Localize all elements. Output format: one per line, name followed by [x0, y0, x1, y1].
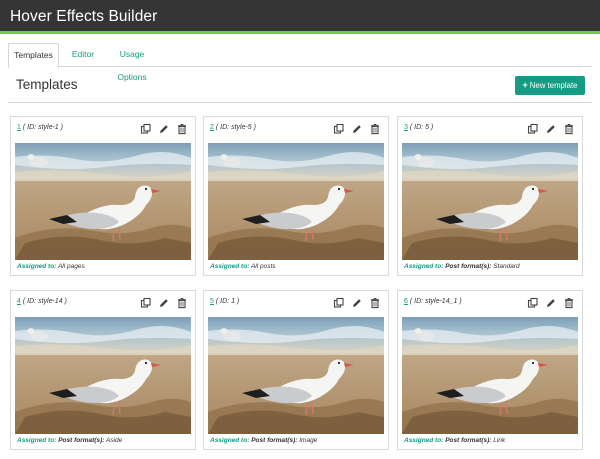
template-id: ( ID: style-14_1 ) — [409, 298, 462, 305]
pencil-icon[interactable] — [158, 297, 170, 309]
pencil-icon[interactable] — [158, 123, 170, 135]
template-number-link[interactable]: 6 — [404, 298, 408, 305]
assigned-to: Assigned to: Post format(s): Link — [404, 437, 506, 444]
new-template-button[interactable]: + New template — [515, 76, 585, 95]
assigned-to: Assigned to: All posts — [210, 263, 276, 270]
template-number-link[interactable]: 1 — [17, 124, 21, 131]
template-preview-image[interactable] — [15, 317, 191, 434]
template-preview-image[interactable] — [208, 317, 384, 434]
top-bar: Hover Effects Builder — [0, 0, 600, 34]
trash-icon[interactable] — [563, 297, 575, 309]
card-header: 2( ID: style-5 ) — [210, 124, 256, 131]
template-card: 2( ID: style-5 ) Assigned to: All posts — [203, 116, 389, 276]
divider — [8, 102, 592, 103]
template-id: ( ID: 1 ) — [215, 298, 240, 305]
template-card: 1( ID: style-1 ) Assigned to: All pages — [10, 116, 196, 276]
assigned-to: Assigned to: Post format(s): Standard — [404, 263, 520, 270]
copy-icon[interactable] — [333, 297, 345, 309]
pencil-icon[interactable] — [545, 297, 557, 309]
template-id: ( ID: 5 ) — [409, 124, 434, 131]
copy-icon[interactable] — [140, 123, 152, 135]
trash-icon[interactable] — [563, 123, 575, 135]
template-card: 5( ID: 1 ) Assigned to: Post format(s): … — [203, 290, 389, 450]
tab-usage-options[interactable]: Usage Options — [104, 43, 160, 82]
template-preview-image[interactable] — [402, 143, 578, 260]
page-title: Templates — [16, 77, 78, 92]
card-header: 1( ID: style-1 ) — [17, 124, 63, 131]
template-preview-image[interactable] — [208, 143, 384, 260]
template-preview-image[interactable] — [402, 317, 578, 434]
card-header: 3( ID: 5 ) — [404, 124, 433, 131]
trash-icon[interactable] — [176, 297, 188, 309]
plus-icon: + — [522, 80, 528, 90]
card-header: 4( ID: style-14 ) — [17, 298, 67, 305]
trash-icon[interactable] — [176, 123, 188, 135]
card-header: 5( ID: 1 ) — [210, 298, 239, 305]
app-title: Hover Effects Builder — [10, 8, 158, 25]
tab-templates[interactable]: Templates — [8, 43, 59, 68]
template-id: ( ID: style-1 ) — [22, 124, 63, 131]
template-id: ( ID: style-5 ) — [215, 124, 256, 131]
trash-icon[interactable] — [369, 297, 381, 309]
template-number-link[interactable]: 5 — [210, 298, 214, 305]
assigned-to: Assigned to: Post format(s): Aside — [17, 437, 123, 444]
trash-icon[interactable] — [369, 123, 381, 135]
assigned-to: Assigned to: All pages — [17, 263, 85, 270]
template-preview-image[interactable] — [15, 143, 191, 260]
copy-icon[interactable] — [140, 297, 152, 309]
tab-editor[interactable]: Editor — [63, 43, 103, 67]
assigned-to: Assigned to: Post format(s): Image — [210, 437, 318, 444]
copy-icon[interactable] — [527, 297, 539, 309]
template-id: ( ID: style-14 ) — [22, 298, 67, 305]
template-number-link[interactable]: 4 — [17, 298, 21, 305]
copy-icon[interactable] — [333, 123, 345, 135]
template-card: 4( ID: style-14 ) Assigned to: Post form… — [10, 290, 196, 450]
template-number-link[interactable]: 2 — [210, 124, 214, 131]
tab-bar: Templates Editor Usage Options — [8, 43, 592, 82]
copy-icon[interactable] — [527, 123, 539, 135]
template-card: 6( ID: style-14_1 ) Assigned to: Post fo… — [397, 290, 583, 450]
card-header: 6( ID: style-14_1 ) — [404, 298, 462, 305]
template-number-link[interactable]: 3 — [404, 124, 408, 131]
template-card: 3( ID: 5 ) Assigned to: Post format(s): … — [397, 116, 583, 276]
pencil-icon[interactable] — [351, 123, 363, 135]
new-template-label: New template — [529, 81, 578, 90]
pencil-icon[interactable] — [351, 297, 363, 309]
pencil-icon[interactable] — [545, 123, 557, 135]
